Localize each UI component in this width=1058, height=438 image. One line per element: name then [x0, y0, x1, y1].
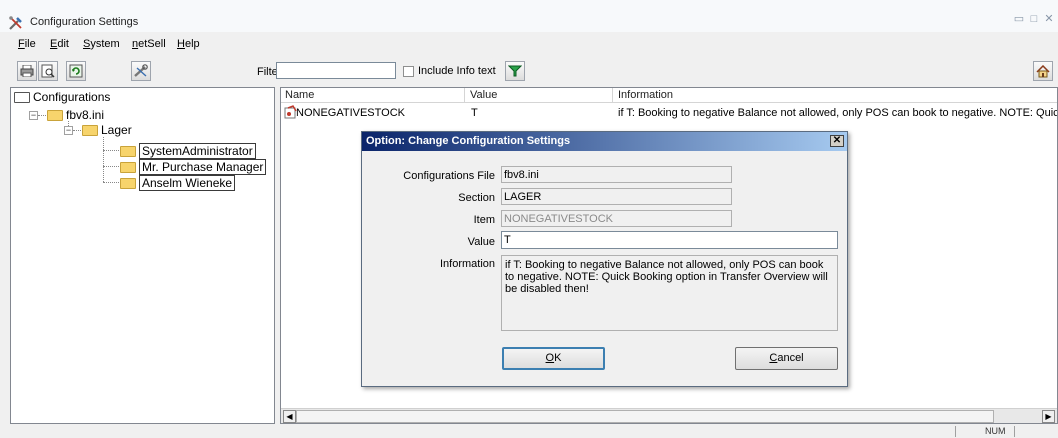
tree-item-label: SystemAdministrator: [139, 143, 256, 159]
filter-icon: [508, 65, 522, 77]
tree-root-label: Configurations: [33, 90, 111, 104]
tools-icon: [134, 64, 148, 77]
item-field: NONEGATIVESTOCK: [501, 210, 732, 227]
row-value: T: [471, 107, 478, 119]
collapse-toggle-file[interactable]: −: [29, 111, 38, 120]
horizontal-scrollbar[interactable]: ◀ ▶: [281, 408, 1057, 423]
menu-file[interactable]: File: [18, 38, 36, 50]
value-input[interactable]: T: [501, 231, 838, 249]
tree-node-section[interactable]: Lager: [82, 123, 132, 137]
title-bar: Configuration Settings ▭ □ ✕: [0, 0, 1058, 32]
print-preview-button[interactable]: [38, 61, 58, 81]
main-window: Configuration Settings ▭ □ ✕ File Edit S…: [0, 0, 1058, 438]
menu-netsell[interactable]: netSell: [132, 38, 166, 50]
configuration-tree[interactable]: Configurations − fbv8.ini − Lager System…: [10, 87, 275, 424]
include-info-checkbox[interactable]: [403, 66, 414, 77]
scroll-thumb[interactable]: [296, 410, 994, 423]
configurations-file-field: fbv8.ini: [501, 166, 732, 183]
folder-icon: [120, 177, 136, 189]
column-header-value[interactable]: Value: [470, 89, 497, 101]
num-lock-indicator: NUM: [985, 426, 1006, 436]
filter-input[interactable]: [276, 62, 396, 79]
home-button[interactable]: [1033, 61, 1053, 81]
folder-icon: [82, 124, 98, 136]
column-header-information[interactable]: Information: [618, 89, 673, 101]
section-label: Section: [458, 192, 495, 204]
folder-icon: [120, 145, 136, 157]
toolbar: Filter Include Info text: [0, 60, 1058, 84]
scroll-right-button[interactable]: ▶: [1042, 410, 1055, 423]
tree-node-section-label: Lager: [101, 123, 132, 137]
menu-edit[interactable]: Edit: [50, 38, 69, 50]
close-button[interactable]: ✕: [1042, 12, 1056, 26]
scroll-left-button[interactable]: ◀: [283, 410, 296, 423]
item-label: Item: [473, 214, 495, 226]
tree-item-1[interactable]: Mr. Purchase Manager: [120, 159, 267, 175]
printer-icon: [20, 65, 34, 77]
apply-filter-button[interactable]: [505, 61, 525, 81]
collapse-toggle-section[interactable]: −: [64, 126, 73, 135]
information-field[interactable]: if T: Booking to negative Balance not al…: [501, 255, 838, 331]
tools-icon: [9, 16, 22, 30]
change-settings-dialog: Option: Change Configuration Settings ✕ …: [361, 131, 848, 387]
configurations-file-label: Configurations File: [403, 170, 495, 182]
folder-icon: [47, 109, 63, 121]
tree-item-0[interactable]: SystemAdministrator: [120, 143, 256, 159]
cancel-button[interactable]: Cancel: [735, 347, 838, 370]
maximize-button[interactable]: □: [1027, 12, 1041, 26]
folder-icon: [14, 91, 30, 103]
tree-item-label: Mr. Purchase Manager: [139, 159, 267, 175]
refresh-icon: [69, 64, 83, 78]
section-field: LAGER: [501, 188, 732, 205]
include-info-label: Include Info text: [418, 65, 496, 77]
preview-icon: [41, 64, 55, 78]
tree-node-file[interactable]: fbv8.ini: [47, 108, 104, 122]
print-button[interactable]: [17, 61, 37, 81]
home-icon: [1036, 64, 1050, 77]
window-title: Configuration Settings: [30, 16, 139, 28]
information-label: Information: [439, 258, 495, 270]
column-header-name[interactable]: Name: [285, 89, 314, 101]
tree-item-2[interactable]: Anselm Wieneke: [120, 175, 236, 191]
menu-bar: File Edit System netSell Help: [0, 38, 1058, 56]
row-information: if T: Booking to negative Balance not al…: [618, 107, 1057, 119]
minimize-button[interactable]: ▭: [1012, 12, 1026, 26]
tree-root[interactable]: Configurations: [14, 90, 110, 104]
list-header: Name Value Information: [281, 88, 1057, 103]
tree-item-label: Anselm Wieneke: [139, 175, 236, 191]
ok-button[interactable]: OK: [502, 347, 605, 370]
status-bar: NUM: [0, 424, 1058, 438]
value-label: Value: [467, 236, 495, 248]
dialog-close-button[interactable]: ✕: [830, 135, 844, 147]
row-name: NONEGATIVESTOCK: [296, 107, 406, 119]
refresh-button[interactable]: [66, 61, 86, 81]
tree-node-file-label: fbv8.ini: [66, 108, 105, 122]
folder-icon: [120, 161, 136, 173]
dialog-title: Option: Change Configuration Settings: [366, 135, 571, 147]
settings-tool-button[interactable]: [131, 61, 151, 81]
menu-help[interactable]: Help: [177, 38, 200, 50]
dialog-title-bar: Option: Change Configuration Settings ✕: [362, 132, 847, 151]
menu-system[interactable]: System: [83, 38, 120, 50]
